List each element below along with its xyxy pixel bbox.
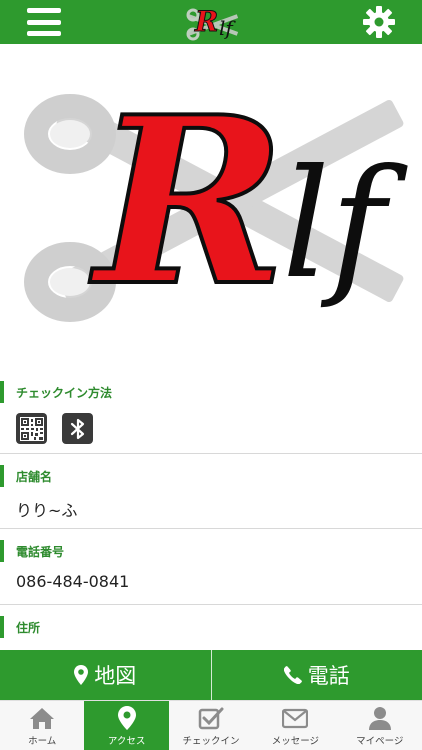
logo-letter-r: R [89, 67, 286, 337]
checkin-title: チェックイン方法 [16, 386, 113, 400]
checkin-icons [16, 413, 93, 444]
phone-title: 電話番号 [16, 545, 65, 559]
tab-label: マイページ [356, 736, 404, 747]
location-pin-icon [117, 706, 136, 730]
section-accent-bar [0, 616, 4, 638]
section-accent-bar [0, 381, 4, 403]
bottom-tab-bar: ホーム アクセス チェックイン メッセージ マイページ [0, 700, 422, 750]
envelope-icon [282, 708, 309, 729]
gear-icon[interactable] [363, 6, 395, 38]
map-pin-icon [74, 665, 89, 685]
phone-section: 電話番号 086-484-0841 [0, 540, 422, 602]
tab-label: メッセージ [271, 736, 320, 747]
phone-value[interactable]: 086-484-0841 [16, 572, 129, 591]
shop-name-section: 店舗名 りり~ふ [0, 465, 422, 527]
action-bar: 地図 電話 [0, 650, 422, 700]
tab-home[interactable]: ホーム [0, 701, 84, 750]
shop-name-title: 店舗名 [16, 470, 53, 484]
phone-button-label: 電話 [307, 664, 350, 688]
tab-message[interactable]: メッセージ [253, 701, 337, 750]
svg-text:lf: lf [219, 16, 236, 40]
phone-button[interactable]: 電話 [212, 650, 422, 700]
tab-label: チェックイン [182, 736, 240, 747]
tab-label: アクセス [107, 736, 146, 747]
tab-mypage[interactable]: マイページ [338, 701, 422, 750]
svg-text:R: R [194, 5, 218, 38]
section-accent-bar [0, 540, 4, 562]
hero-logo: R lf [0, 44, 422, 366]
action-separator [210, 650, 212, 700]
address-title: 住所 [16, 621, 41, 635]
tab-checkin[interactable]: チェックイン [169, 701, 253, 750]
map-button-label: 地図 [94, 664, 137, 688]
map-button[interactable]: 地図 [0, 650, 211, 700]
divider [0, 453, 422, 454]
shop-name-value: りり~ふ [16, 501, 78, 520]
checkin-icon [198, 707, 224, 730]
bluetooth-icon[interactable] [62, 413, 93, 444]
app-logo: R lf [186, 5, 239, 41]
home-icon [30, 708, 55, 729]
hamburger-menu-icon[interactable] [27, 8, 61, 36]
app-header: R lf [0, 0, 422, 44]
tab-access[interactable]: アクセス [84, 701, 169, 750]
divider [0, 528, 422, 529]
phone-icon [283, 666, 302, 684]
section-accent-bar [0, 465, 4, 487]
qr-code-icon[interactable] [16, 413, 47, 444]
address-section: 住所 [0, 616, 422, 650]
tab-label: ホーム [28, 736, 57, 747]
person-icon [368, 707, 391, 730]
divider [0, 604, 422, 605]
